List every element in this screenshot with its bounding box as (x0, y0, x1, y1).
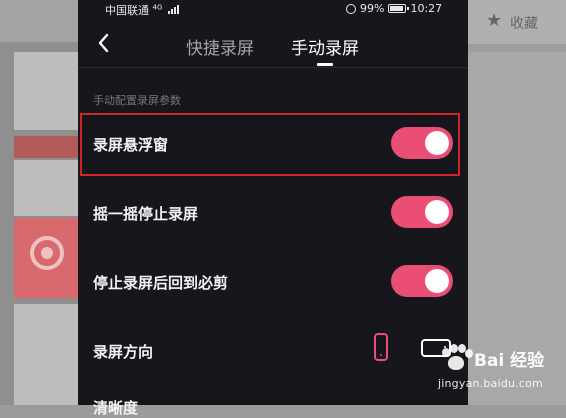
background-red-strip (14, 136, 78, 158)
setting-label: 录屏悬浮窗 (93, 136, 169, 154)
tab-manual-record[interactable]: 手动录屏 (291, 34, 359, 59)
section-title: 手动配置录屏参数 (93, 94, 181, 107)
status-right: 99% 10:27 (346, 2, 442, 15)
background-card (14, 160, 78, 216)
battery-icon (388, 4, 410, 13)
portrait-phone-icon (374, 333, 388, 361)
setting-row-shake-stop: 摇一摇停止录屏 (93, 193, 453, 233)
status-left: 中国联通 4G (105, 2, 180, 18)
setting-row-return-to-app: 停止录屏后回到必剪 (93, 262, 453, 302)
status-bar: 中国联通 4G 99% 10:27 (78, 0, 468, 18)
paw-logo-icon (440, 344, 473, 374)
alarm-icon (346, 3, 356, 14)
portrait-orientation-button[interactable] (361, 330, 401, 370)
chevron-left-icon (98, 33, 109, 53)
active-tab-indicator (317, 63, 333, 66)
top-nav: 快捷录屏 手动录屏 (78, 24, 468, 68)
orientation-label: 录屏方向 (93, 343, 154, 361)
baidu-jingyan-watermark: Bai 经验 jingyan.baidu.com (438, 340, 566, 405)
back-button[interactable] (92, 31, 116, 55)
favorite-label: 收藏 (510, 16, 538, 32)
battery-percent: 99% (360, 2, 385, 15)
record-icon (30, 236, 64, 270)
setting-row-floating-window: 录屏悬浮窗 (93, 124, 453, 164)
setting-label: 摇一摇停止录屏 (93, 205, 199, 223)
tab-quick-record[interactable]: 快捷录屏 (186, 34, 254, 59)
watermark-url: jingyan.baidu.com (438, 377, 543, 390)
watermark-brand: Bai 经验 (474, 351, 545, 371)
shake-stop-toggle[interactable] (391, 196, 453, 228)
background-card (14, 304, 78, 405)
clock-time: 10:27 (410, 2, 443, 15)
background-left-panel (0, 0, 78, 405)
nav-divider (78, 67, 468, 68)
phone-screen: 中国联通 4G 99% 10:27 快捷录屏 手动录屏 手动配置录屏参数 录屏悬… (78, 0, 468, 417)
toggle-knob (425, 200, 449, 224)
network-type: 4G (152, 3, 163, 12)
toggle-knob (425, 269, 449, 293)
return-to-app-toggle[interactable] (391, 265, 453, 297)
resolution-label: 清晰度 (93, 399, 139, 417)
background-card (14, 52, 78, 130)
carrier-name: 中国联通 (105, 4, 149, 17)
signal-icon (167, 5, 180, 14)
background-bar (0, 0, 78, 42)
floating-window-toggle[interactable] (391, 127, 453, 159)
star-icon: ★ (486, 10, 503, 31)
toggle-knob (425, 131, 449, 155)
setting-label: 停止录屏后回到必剪 (93, 274, 229, 292)
